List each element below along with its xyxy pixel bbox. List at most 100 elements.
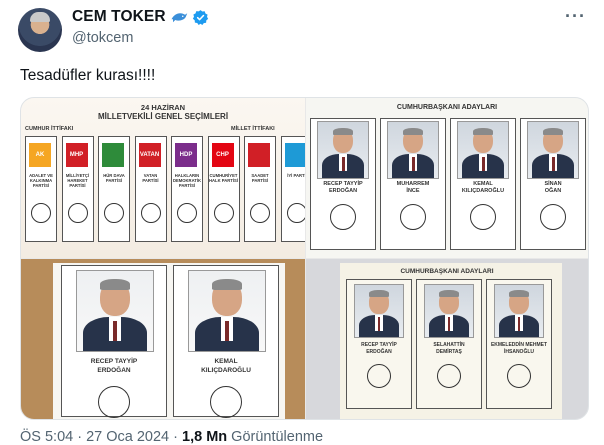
candidate-name: MUHARREM (396, 181, 430, 187)
candidate-name: EKMELEDDİN MEHMET (490, 342, 548, 348)
dolphin-icon (171, 13, 187, 23)
candidate-photo (317, 121, 369, 179)
candidate-column: SİNAN OĞAN (520, 118, 586, 250)
vote-circle (437, 364, 461, 388)
candidate-name: KEMAL (214, 358, 238, 365)
party-logo: CHP (211, 143, 234, 167)
tweet-timestamp[interactable]: ÖS 5:04 · 27 Oca 2024 · (20, 429, 182, 445)
candidate-column: RECEP TAYYİP ERDOĞAN (310, 118, 376, 250)
candidate-photo (387, 121, 439, 179)
party-name: VATAN PARTİSİ (142, 173, 159, 183)
vote-circle (98, 386, 130, 418)
more-options-icon[interactable]: ··· (565, 6, 586, 27)
vote-circle (367, 364, 391, 388)
ballot-image-two-candidates[interactable]: RECEP TAYYİP ERDOĞAN KEMAL KILIÇDAROĞLU (21, 259, 305, 419)
candidate-column: RECEP TAYYİP ERDOĞAN (61, 265, 167, 418)
party-logo (284, 143, 305, 167)
candidate-name: RECEP TAYYİP (90, 358, 138, 365)
party-column: HÜR DAVA PARTİSİ (98, 136, 130, 242)
photo-hair (99, 279, 131, 291)
candidate-name: RECEP TAYYİP (323, 181, 363, 187)
ballot-image-three-candidates[interactable]: CUMHURBAŞKANI ADAYLARI RECEP TAYYİP ERDOĞ… (306, 259, 588, 419)
author-handle[interactable]: @tokcem (72, 30, 133, 46)
party-logo (248, 143, 270, 167)
photo-tie (341, 156, 345, 172)
avatar[interactable] (18, 8, 62, 52)
candidate-column: MUHARREM İNCE (380, 118, 446, 250)
party-logo (102, 143, 124, 167)
view-count: 1,8 Mn (182, 429, 228, 445)
photo-tie (517, 317, 521, 331)
photo-tie (411, 156, 415, 172)
candidate-surname: İNCE (406, 188, 420, 194)
vote-circle (400, 204, 426, 230)
candidate-column: SELAHATTİN DEMİRTAŞ (416, 279, 482, 409)
party-column: SAADET PARTİSİ (244, 136, 276, 242)
photo-hair (439, 290, 459, 298)
candidate-photo (354, 284, 404, 338)
party-name: HALKLARIN DEMOKRATİK PARTİSİ (172, 173, 202, 188)
party-name: ADALET VE KALKINMA PARTİSİ (29, 173, 53, 188)
vote-circle (104, 203, 124, 223)
candidate-photo (188, 270, 266, 352)
vote-circle (330, 204, 356, 230)
candidate-column: KEMAL KILIÇDAROĞLU (173, 265, 279, 418)
photo-hair (543, 127, 563, 136)
candidate-surname: ERDOĞAN (328, 188, 358, 194)
candidate-name: KEMAL (473, 181, 493, 187)
vote-circle (507, 364, 531, 388)
tweet-footer: ÖS 5:04 · 27 Oca 2024 · 1,8 Mn Görüntüle… (20, 429, 323, 445)
vote-circle (470, 204, 496, 230)
ballot-title: CUMHURBAŞKANI ADAYLARI (396, 104, 498, 111)
alliance-label-right: MİLLET İTTİFAKI (231, 126, 275, 132)
photo-hair (369, 290, 389, 298)
candidate-surname: OĞAN (544, 188, 562, 194)
party-column: VATAN VATAN PARTİSİ (134, 136, 167, 242)
ballot-title: MİLLETVEKİLİ GENEL SEÇİMLERİ (97, 112, 229, 121)
party-column: İYİ PARTİ (280, 136, 305, 242)
author-row: CEM TOKER (72, 8, 209, 26)
photo-hair (473, 127, 493, 136)
vote-circle (213, 203, 234, 223)
tweet-media[interactable]: 24 HAZİRAN MİLLETVEKİLİ GENEL SEÇİMLERİ … (20, 97, 589, 420)
party-name: HÜR DAVA PARTİSİ (103, 173, 125, 183)
candidate-column: KEMAL KILIÇDAROĞLU (450, 118, 516, 250)
candidate-surname: ERDOĞAN (97, 367, 131, 374)
ballot-title-date: 24 HAZİRAN (140, 103, 186, 112)
candidate-photo (527, 121, 579, 179)
photo-hair (211, 279, 243, 291)
vote-circle (210, 386, 242, 418)
vote-circle (177, 203, 197, 223)
candidate-name: SELAHATTİN (433, 342, 465, 348)
vote-circle (31, 203, 51, 223)
ballot-title: CUMHURBAŞKANI ADAYLARI (400, 268, 494, 275)
alliance-label-left: CUMHUR İTTİFAKI (25, 126, 74, 132)
party-logo: VATAN (138, 143, 161, 167)
party-column: CHP CUMHURİYET HALK PARTİSİ (207, 136, 240, 242)
candidate-photo (424, 284, 474, 338)
photo-tie (112, 320, 118, 342)
candidate-surname: ERDOĞAN (366, 349, 392, 355)
photo-tie (481, 156, 485, 172)
photo-hair (333, 127, 353, 136)
author-name[interactable]: CEM TOKER (72, 8, 166, 26)
candidate-name: RECEP TAYYİP (361, 342, 397, 348)
vote-circle (67, 203, 88, 223)
candidate-photo (494, 284, 544, 338)
photo-tie (377, 317, 381, 331)
party-name: İYİ PARTİ (287, 173, 305, 178)
candidate-surname: KILIÇDAROĞLU (461, 188, 505, 194)
party-name: SAADET PARTİSİ (251, 173, 269, 183)
party-logo: AK (29, 143, 51, 167)
candidate-column: RECEP TAYYİP ERDOĞAN (346, 279, 412, 409)
candidate-name: SİNAN (544, 181, 562, 187)
photo-tie (551, 156, 555, 172)
candidate-surname: DEMİRTAŞ (436, 349, 462, 355)
ballot-image-parties[interactable]: 24 HAZİRAN MİLLETVEKİLİ GENEL SEÇİMLERİ … (21, 98, 305, 258)
vote-circle (286, 203, 305, 223)
party-logo: MHP (65, 143, 88, 167)
photo-hair (509, 290, 529, 298)
candidate-photo (76, 270, 154, 352)
ballot-image-four-candidates[interactable]: CUMHURBAŞKANI ADAYLARI RECEP TAYYİP ERDOĞ… (306, 98, 588, 258)
party-column: MHP MİLLİYETÇİ HAREKET PARTİSİ (61, 136, 94, 242)
